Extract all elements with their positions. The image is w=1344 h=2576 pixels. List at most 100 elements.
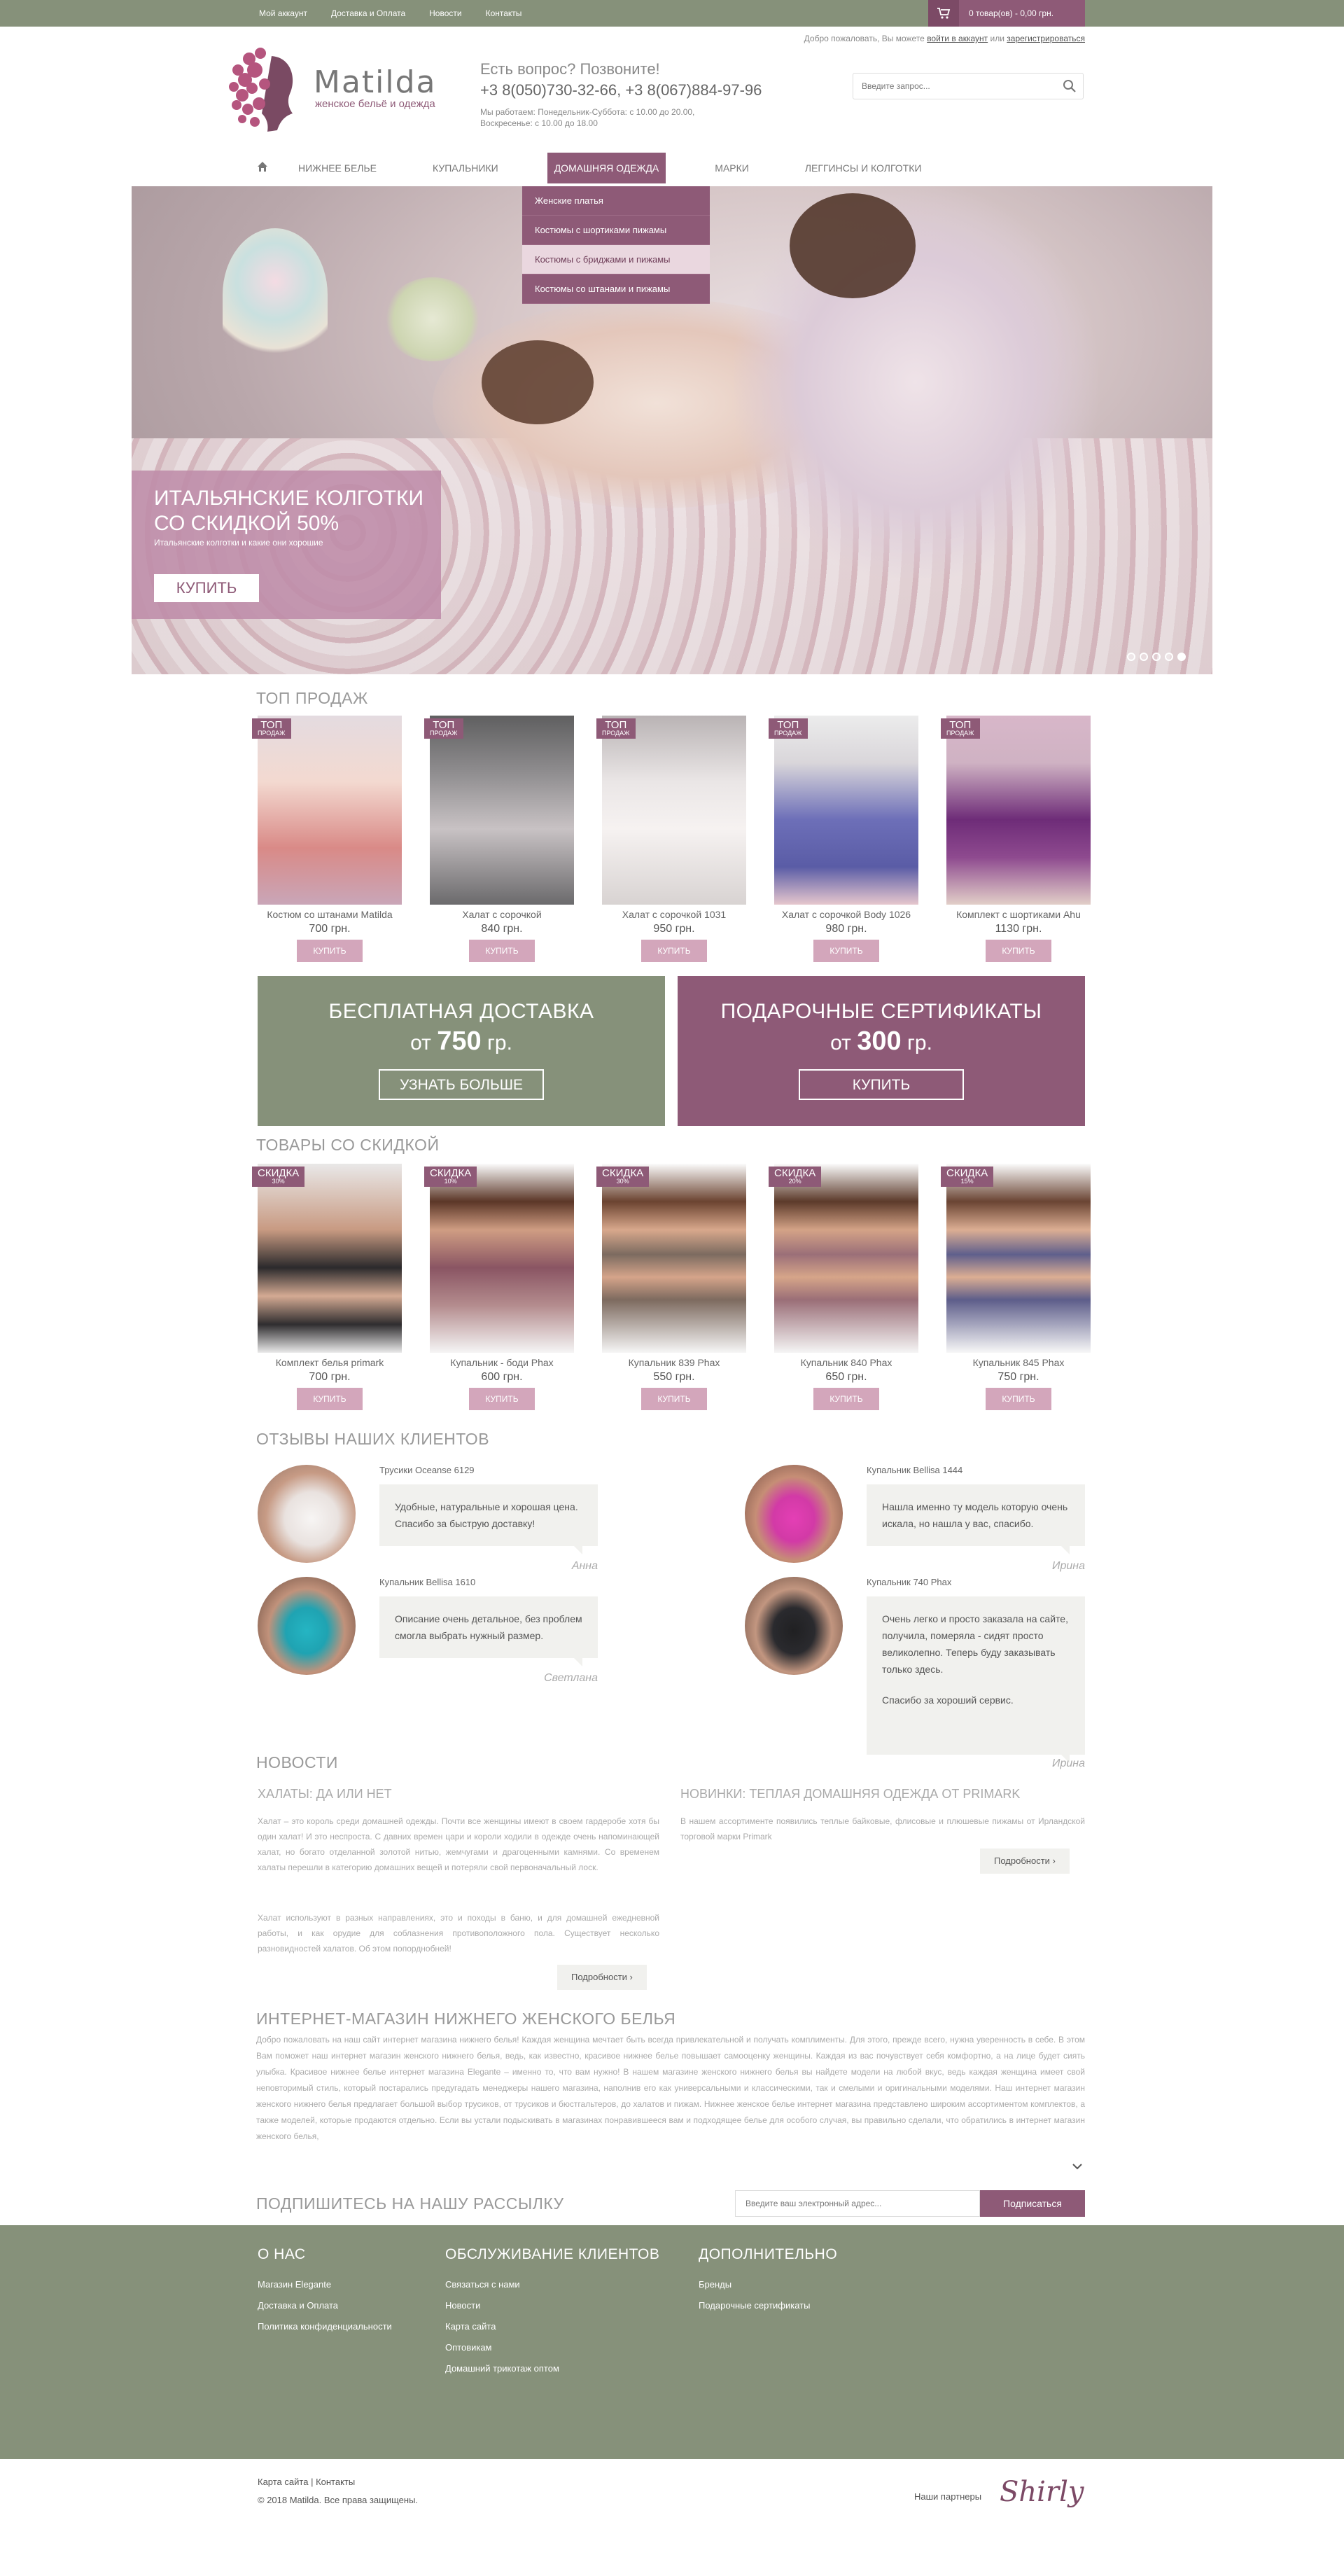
product-image[interactable]: ТОП ПРОДАЖ <box>769 716 918 905</box>
buy-button[interactable]: КУПИТЬ <box>641 940 707 962</box>
news-heading[interactable]: ХАЛАТЫ: ДА ИЛИ НЕТ <box>258 1787 392 1802</box>
product-price: 700 грн. <box>309 923 351 935</box>
search-input[interactable] <box>853 74 1056 98</box>
chevron-down-icon[interactable] <box>1072 2161 1082 2173</box>
footer-link[interactable]: Бренды <box>699 2274 837 2295</box>
footer-link[interactable]: Новости <box>445 2295 659 2316</box>
slider-dot[interactable] <box>1152 653 1161 661</box>
slider-dot[interactable] <box>1140 653 1148 661</box>
news-heading[interactable]: НОВИНКИ: ТЕПЛАЯ ДОМАШНЯЯ ОДЕЖДА ОТ PRIMA… <box>680 1787 1020 1802</box>
footer-link[interactable]: Магазин Elegante <box>258 2274 392 2295</box>
buy-button[interactable]: КУПИТЬ <box>469 940 535 962</box>
dropdown-item-pants-pajamas[interactable]: Костюмы со штанами и пижамы <box>522 274 710 304</box>
review-product-image[interactable] <box>258 1465 356 1563</box>
partner-logo[interactable]: Shirly <box>1000 2476 1084 2508</box>
product-name[interactable]: Комплект белья primark <box>258 1357 402 1368</box>
product-name[interactable]: Халат с сорочкой Body 1026 <box>774 909 918 920</box>
product-card: ТОП ПРОДАЖ Халат с сорочкой Body 1026 980… <box>769 716 918 962</box>
product-card: ТОП ПРОДАЖ Костюм со штанами Matilda 700 … <box>252 716 402 962</box>
buy-button[interactable]: КУПИТЬ <box>986 940 1051 962</box>
news-more-label: Подробности <box>571 1972 627 1982</box>
product-image[interactable]: ТОП ПРОДАЖ <box>941 716 1091 905</box>
gift-buy-button[interactable]: КУПИТЬ <box>799 1069 964 1100</box>
nav-item-leggings[interactable]: ЛЕГГИНСЫ И КОЛГОТКИ <box>798 153 929 183</box>
product-image[interactable]: СКИДКА 30% <box>596 1164 746 1353</box>
learn-more-button[interactable]: УЗНАТЬ БОЛЬШЕ <box>379 1069 544 1100</box>
nav-item-brands[interactable]: МАРКИ <box>708 153 756 183</box>
review-product-name[interactable]: Трусики Oceanse 6129 <box>379 1465 475 1475</box>
delivery-currency: гр. <box>486 1031 512 1054</box>
review-product-image[interactable] <box>745 1577 843 1675</box>
product-image[interactable]: СКИДКА 10% <box>424 1164 574 1353</box>
buy-button[interactable]: КУПИТЬ <box>986 1388 1051 1410</box>
review-product-image[interactable] <box>258 1577 356 1675</box>
buy-button[interactable]: КУПИТЬ <box>813 1388 879 1410</box>
product-name[interactable]: Купальник 839 Phax <box>602 1357 746 1368</box>
buy-button[interactable]: КУПИТЬ <box>469 1388 535 1410</box>
footer-link[interactable]: Доставка и Оплата <box>258 2295 392 2316</box>
footer-link[interactable]: Карта сайта <box>445 2316 659 2337</box>
dropdown-item-breeches-pajamas[interactable]: Костюмы с бриджами и пижамы <box>522 245 710 274</box>
cart-button[interactable]: 0 товар(ов) - 0,00 грн. <box>928 0 1085 27</box>
product-name[interactable]: Купальник 840 Phax <box>774 1357 918 1368</box>
review-product-name[interactable]: Купальник 740 Phax <box>867 1577 951 1587</box>
buy-button[interactable]: КУПИТЬ <box>641 1388 707 1410</box>
brand-name[interactable]: Matilda <box>314 64 437 100</box>
sitemap-link[interactable]: Карта сайта <box>258 2477 308 2487</box>
nav-item-swimwear[interactable]: КУПАЛЬНИКИ <box>426 153 505 183</box>
product-name[interactable]: Халат с сорочкой <box>430 909 574 920</box>
news-more-button[interactable]: Подробности › <box>557 1965 647 1990</box>
product-name[interactable]: Купальник 845 Phax <box>946 1357 1091 1368</box>
product-name[interactable]: Комплект с шортиками Ahu <box>946 909 1091 920</box>
review-product-name[interactable]: Купальник Bellisa 1610 <box>379 1577 475 1587</box>
product-name[interactable]: Костюм со штанами Matilda <box>258 909 402 920</box>
top-link-contacts[interactable]: Контакты <box>486 8 522 18</box>
search-icon[interactable] <box>1056 74 1083 99</box>
news-more-button[interactable]: Подробности › <box>980 1849 1070 1874</box>
footer-link[interactable]: Подарочные сертификаты <box>699 2295 837 2316</box>
register-link[interactable]: зарегистрироваться <box>1007 34 1085 43</box>
product-image[interactable]: СКИДКА 30% <box>252 1164 402 1353</box>
footer-link[interactable]: Связаться с нами <box>445 2274 659 2295</box>
footer-link[interactable]: Политика конфиденциальности <box>258 2316 392 2337</box>
footer-service-title: ОБСЛУЖИВАНИЕ КЛИЕНТОВ <box>445 2246 660 2262</box>
review-product-image[interactable] <box>745 1465 843 1563</box>
login-link[interactable]: войти в аккаунт <box>927 34 988 43</box>
top-badge: ТОП ПРОДАЖ <box>252 718 291 739</box>
product-image[interactable]: СКИДКА 20% <box>769 1164 918 1353</box>
top-bar: Мой аккаунт Доставка и Оплата Новости Ко… <box>0 0 1344 27</box>
slider-dot-active[interactable] <box>1177 653 1186 661</box>
contacts-link[interactable]: Контакты <box>316 2477 355 2487</box>
subscribe-button[interactable]: Подписаться <box>980 2190 1085 2217</box>
footer-link[interactable]: Домашний трикотаж оптом <box>445 2358 659 2379</box>
review-product-name[interactable]: Купальник Bellisa 1444 <box>867 1465 962 1475</box>
hero-buy-button[interactable]: КУПИТЬ <box>154 574 259 602</box>
logo-icon[interactable] <box>228 43 298 140</box>
product-image[interactable]: ТОП ПРОДАЖ <box>424 716 574 905</box>
buy-button[interactable]: КУПИТЬ <box>297 940 363 962</box>
review-card: Купальник Bellisa 1444 Нашла именно ту м… <box>745 1465 1085 1575</box>
dropdown-item-shorts-pajamas[interactable]: Костюмы с шортиками пижамы <box>522 216 710 245</box>
nav-item-homewear[interactable]: ДОМАШНЯЯ ОДЕЖДА <box>547 153 666 183</box>
top-link-news[interactable]: Новости <box>429 8 461 18</box>
product-image[interactable]: СКИДКА 15% <box>941 1164 1091 1353</box>
product-name[interactable]: Халат с сорочкой 1031 <box>602 909 746 920</box>
top-badge: ТОП ПРОДАЖ <box>769 718 808 739</box>
home-icon[interactable] <box>252 161 273 176</box>
slider-dot[interactable] <box>1165 653 1173 661</box>
top-link-delivery[interactable]: Доставка и Оплата <box>331 8 405 18</box>
product-price: 840 грн. <box>481 923 523 935</box>
dropdown-item-dresses[interactable]: Женские платья <box>522 186 710 216</box>
buy-button[interactable]: КУПИТЬ <box>297 1388 363 1410</box>
hero-promo: ИТАЛЬЯНСКИЕ КОЛГОТКИ СО СКИДКОЙ 50% Итал… <box>132 471 441 619</box>
footer-link[interactable]: Оптовикам <box>445 2337 659 2358</box>
product-image[interactable]: ТОП ПРОДАЖ <box>252 716 402 905</box>
buy-button[interactable]: КУПИТЬ <box>813 940 879 962</box>
product-image[interactable]: ТОП ПРОДАЖ <box>596 716 746 905</box>
product-name[interactable]: Купальник - боди Phax <box>430 1357 574 1368</box>
top-link-account[interactable]: Мой аккаунт <box>259 8 307 18</box>
news-more-label: Подробности <box>994 1856 1050 1866</box>
subscribe-email-input[interactable] <box>735 2190 980 2217</box>
nav-item-lingerie[interactable]: НИЖНЕЕ БЕЛЬЕ <box>291 153 384 183</box>
slider-dot[interactable] <box>1127 653 1135 661</box>
